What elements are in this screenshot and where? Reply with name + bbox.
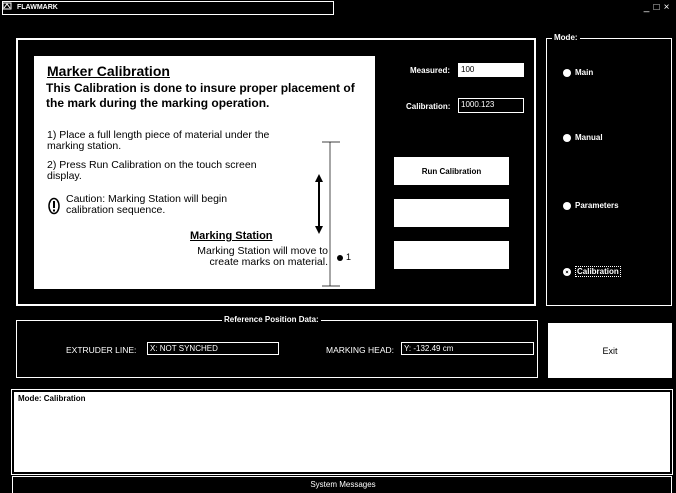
- exit-button[interactable]: Exit: [548, 323, 672, 378]
- measured-label: Measured:: [410, 66, 451, 75]
- mode-radio-parameters[interactable]: Parameters: [563, 201, 619, 210]
- mode-radio-manual[interactable]: Manual: [563, 133, 603, 142]
- close-button[interactable]: ×: [662, 2, 672, 14]
- extruder-line-label: EXTRUDER LINE:: [66, 345, 137, 355]
- marking-head-field[interactable]: Y: -132.49 cm: [401, 342, 534, 355]
- mode-label-calibration: Calibration: [575, 266, 621, 277]
- radio-unselected-icon: [563, 201, 571, 210]
- marker-position-label: 1: [346, 252, 352, 262]
- mode-label-parameters: Parameters: [575, 201, 619, 210]
- mode-legend: Mode:: [552, 33, 580, 42]
- run-calibration-button[interactable]: Run Calibration: [394, 157, 509, 185]
- marking-station-diagram: [315, 141, 343, 287]
- extruder-line-field[interactable]: X: NOT SYNCHED: [147, 342, 279, 355]
- mode-radio-main[interactable]: Main: [563, 68, 593, 77]
- title-bar: FLAWMARK _ □ ×: [0, 0, 676, 16]
- marking-head-label: MARKING HEAD:: [326, 345, 395, 355]
- window-title: FLAWMARK: [2, 1, 334, 15]
- system-messages-bar: System Messages: [12, 476, 672, 493]
- instruction-step-1: 1) Place a full length piece of material…: [47, 129, 270, 152]
- caution-text: Caution: Marking Station will begin cali…: [66, 193, 228, 216]
- mode-label-main: Main: [575, 68, 594, 77]
- app-icon: [2, 2, 12, 10]
- radio-selected-icon: [563, 267, 571, 276]
- reference-position-legend: Reference Position Data:: [222, 315, 321, 324]
- mode-radio-calibration[interactable]: Calibration: [563, 266, 621, 277]
- blank-button-1[interactable]: [394, 199, 509, 227]
- blank-button-2[interactable]: [394, 241, 509, 269]
- instruction-card: Marker Calibration This Calibration is d…: [34, 56, 375, 289]
- calibration-field[interactable]: 1000.123: [458, 98, 524, 113]
- message-text: Mode: Calibration: [18, 394, 86, 403]
- instruction-title: Marker Calibration: [47, 63, 170, 79]
- measured-field[interactable]: 100: [458, 63, 524, 77]
- marking-station-title: Marking Station: [190, 230, 273, 242]
- minimize-button[interactable]: _: [642, 2, 652, 14]
- radio-unselected-icon: [563, 68, 571, 77]
- instruction-intro: This Calibration is done to insure prope…: [46, 81, 355, 110]
- maximize-button[interactable]: □: [652, 2, 662, 14]
- marking-station-text: Marking Station will move to create mark…: [197, 245, 328, 268]
- mode-label-manual: Manual: [575, 133, 603, 142]
- instruction-step-2: 2) Press Run Calibration on the touch sc…: [47, 159, 257, 182]
- calibration-label: Calibration:: [406, 102, 451, 111]
- caution-icon: [48, 197, 60, 215]
- window-controls: _ □ ×: [642, 2, 672, 14]
- message-area: Mode: Calibration: [11, 389, 673, 475]
- system-messages-label: System Messages: [310, 480, 376, 489]
- radio-unselected-icon: [563, 133, 571, 142]
